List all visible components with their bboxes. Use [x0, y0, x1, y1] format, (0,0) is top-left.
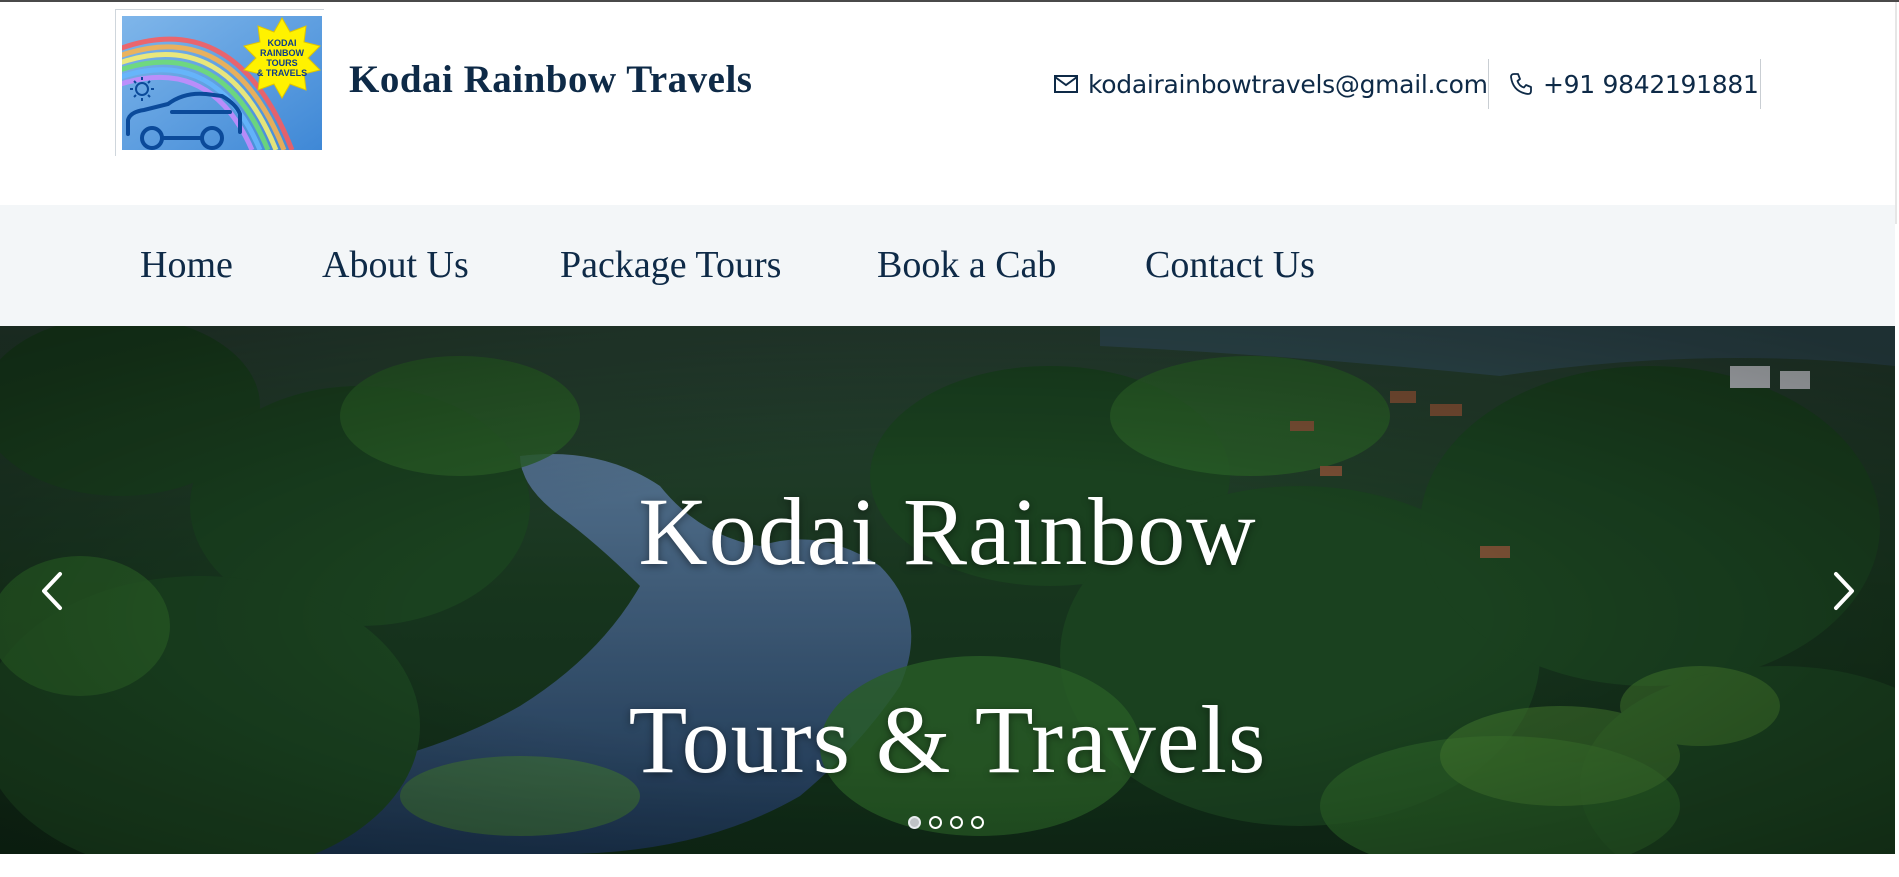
main-nav: Home About Us Package Tours Book a Cab C… — [0, 205, 1895, 326]
nav-item-about-us[interactable]: About Us — [322, 243, 469, 287]
chevron-right-icon[interactable] — [1822, 564, 1862, 618]
hero-title-line2: Tours & Travels — [628, 686, 1267, 793]
site-logo[interactable]: KODAI RAINBOW TOURS & TRAVELS — [115, 9, 324, 156]
svg-text:TOURS: TOURS — [266, 58, 297, 68]
slider-dot-4[interactable] — [971, 816, 984, 829]
phone-icon — [1510, 73, 1532, 95]
logo-graphic: KODAI RAINBOW TOURS & TRAVELS — [122, 16, 322, 150]
nav-item-package-tours[interactable]: Package Tours — [560, 243, 781, 287]
envelope-icon — [1054, 75, 1078, 93]
slider-pagination — [908, 816, 984, 829]
header-phone[interactable]: +91 9842191881 — [1509, 59, 1759, 109]
phone-text: +91 9842191881 — [1543, 69, 1759, 99]
header-divider-end — [1760, 59, 1761, 109]
header-email[interactable]: kodairainbowtravels@gmail.com — [1054, 59, 1488, 109]
slider-dot-2[interactable] — [929, 816, 942, 829]
svg-text:KODAI: KODAI — [268, 38, 297, 48]
slider-dot-3[interactable] — [950, 816, 963, 829]
chevron-left-icon[interactable] — [34, 564, 74, 618]
hero-title-line1: Kodai Rainbow — [638, 478, 1257, 585]
brand-name[interactable]: Kodai Rainbow Travels — [349, 57, 752, 102]
svg-text:RAINBOW: RAINBOW — [260, 48, 304, 58]
scrollbar-track[interactable] — [1895, 2, 1897, 224]
slider-dot-1[interactable] — [908, 816, 921, 829]
email-text: kodairainbowtravels@gmail.com — [1088, 69, 1488, 99]
svg-text:& TRAVELS: & TRAVELS — [257, 68, 307, 78]
header-divider — [1488, 59, 1489, 109]
nav-item-book-a-cab[interactable]: Book a Cab — [877, 243, 1056, 287]
nav-item-contact-us[interactable]: Contact Us — [1145, 243, 1315, 287]
page: KODAI RAINBOW TOURS & TRAVELS Kodai Rain… — [0, 0, 1899, 877]
nav-item-home[interactable]: Home — [140, 243, 233, 287]
hero-slider: Kodai Rainbow Tours & Travels — [0, 326, 1895, 854]
page-below-hero — [0, 854, 1899, 877]
site-header: KODAI RAINBOW TOURS & TRAVELS Kodai Rain… — [0, 2, 1899, 205]
